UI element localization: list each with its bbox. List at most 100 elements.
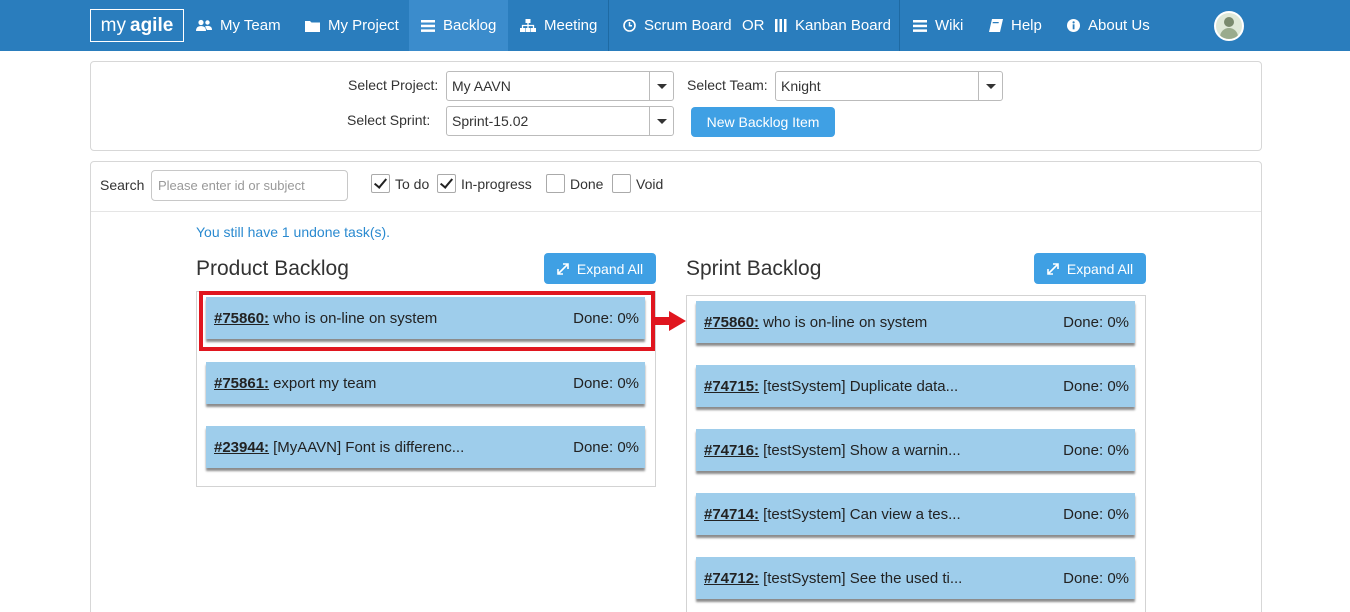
item-id-link[interactable]: #75861: <box>214 375 269 392</box>
item-done-percent: Done: 0% <box>573 438 639 456</box>
sprint-select-value: Sprint-15.02 <box>452 113 529 129</box>
nav-scrum-board[interactable]: Scrum Board <box>611 0 744 51</box>
item-id-link[interactable]: #75860: <box>704 314 759 331</box>
done-checkbox[interactable] <box>546 174 565 193</box>
item-subject: [MyAAVN] Font is differenc... <box>273 438 465 456</box>
folder-icon <box>305 20 320 32</box>
product-expand-all-button[interactable]: Expand All <box>544 253 656 284</box>
product-backlog-title: Product Backlog <box>196 257 349 280</box>
item-id-link[interactable]: #74714: <box>704 506 759 523</box>
team-select[interactable]: Knight <box>775 71 1003 101</box>
sitemap-icon <box>520 19 536 32</box>
sprint-expand-all-button[interactable]: Expand All <box>1034 253 1146 284</box>
arrow-right-icon <box>669 311 686 331</box>
select-sprint-label: Select Sprint: <box>347 112 431 128</box>
users-icon <box>196 19 212 32</box>
project-select[interactable]: My AAVN <box>446 71 674 101</box>
item-done-percent: Done: 0% <box>1063 377 1129 395</box>
nav-label: My Project <box>328 17 399 34</box>
nav-label: Backlog <box>443 17 497 34</box>
item-id-link[interactable]: #23944: <box>214 439 269 456</box>
nav-backlog[interactable]: Backlog <box>409 0 508 51</box>
project-select-value: My AAVN <box>452 78 511 94</box>
search-input[interactable] <box>151 170 348 201</box>
nav-label: Help <box>1011 17 1042 34</box>
list-icon <box>421 19 435 32</box>
product-backlog-item[interactable]: #23944: [MyAAVN] Font is differenc... Don… <box>206 426 645 468</box>
product-backlog-item[interactable]: #75861: export my team Done: 0% <box>206 362 645 404</box>
filter-panel <box>90 61 1262 151</box>
item-done-percent: Done: 0% <box>1063 441 1129 459</box>
item-done-percent: Done: 0% <box>573 374 639 392</box>
expand-all-label: Expand All <box>576 260 644 277</box>
user-avatar[interactable] <box>1214 11 1244 41</box>
undone-tasks-notice[interactable]: You still have 1 undone task(s). <box>196 224 390 240</box>
todo-checkbox-label: To do <box>395 176 430 192</box>
sprint-select[interactable]: Sprint-15.02 <box>446 106 674 136</box>
nav-label: About Us <box>1088 17 1150 34</box>
item-subject: export my team <box>273 374 377 392</box>
expand-all-label: Expand All <box>1066 260 1134 277</box>
item-done-percent: Done: 0% <box>1063 505 1129 523</box>
item-id-link[interactable]: #74716: <box>704 442 759 459</box>
clock-icon <box>623 19 636 32</box>
nav-my-project[interactable]: My Project <box>293 0 411 51</box>
nav-help[interactable]: Help <box>977 0 1054 51</box>
nav-label: Wiki <box>935 17 964 34</box>
expand-icon <box>1047 262 1059 275</box>
search-label: Search <box>100 177 145 193</box>
sprint-backlog-item[interactable]: #74715: [testSystem] Duplicate data... Do… <box>696 365 1135 407</box>
item-subject: [testSystem] See the used ti... <box>763 569 963 587</box>
nav-or-text: OR <box>742 17 765 34</box>
highlight-box <box>199 291 655 351</box>
select-project-label: Select Project: <box>348 77 439 93</box>
chevron-down-icon <box>649 72 673 100</box>
void-checkbox-label: Void <box>636 176 664 192</box>
arrow-shaft <box>655 317 670 325</box>
item-subject: [testSystem] Show a warnin... <box>763 441 961 459</box>
new-backlog-item-button[interactable]: New Backlog Item <box>691 107 835 137</box>
item-done-percent: Done: 0% <box>1063 569 1129 587</box>
item-subject: who is on-line on system <box>763 313 928 331</box>
book-icon <box>989 19 1003 32</box>
sprint-backlog-item[interactable]: #74712: [testSystem] See the used ti... D… <box>696 557 1135 599</box>
expand-icon <box>557 262 569 275</box>
nav-label: Scrum Board <box>644 17 732 34</box>
nav-divider <box>899 0 900 51</box>
nav-my-team[interactable]: My Team <box>184 0 293 51</box>
info-icon <box>1067 19 1080 32</box>
nav-label: Meeting <box>544 17 598 34</box>
app-logo[interactable]: my agile <box>90 9 184 42</box>
top-navbar: my agile My Team My Project Backlog Meeti… <box>0 0 1350 51</box>
item-done-percent: Done: 0% <box>1063 313 1129 331</box>
nav-about-us[interactable]: About Us <box>1055 0 1162 51</box>
item-id-link[interactable]: #74715: <box>704 378 759 395</box>
nav-meeting[interactable]: Meeting <box>508 0 609 51</box>
logo-text: my <box>100 14 126 36</box>
chevron-down-icon <box>978 72 1002 100</box>
void-checkbox[interactable] <box>612 174 631 193</box>
panel-divider <box>91 211 1261 212</box>
todo-checkbox[interactable] <box>371 174 390 193</box>
sprint-backlog-title: Sprint Backlog <box>686 257 822 280</box>
sprint-backlog-item[interactable]: #74714: [testSystem] Can view a tes... Do… <box>696 493 1135 535</box>
sprint-backlog-item[interactable]: #74716: [testSystem] Show a warnin... Don… <box>696 429 1135 471</box>
team-select-value: Knight <box>781 78 821 94</box>
list-icon <box>913 19 927 32</box>
select-team-label: Select Team: <box>687 77 768 93</box>
item-subject: [testSystem] Duplicate data... <box>763 377 959 395</box>
nav-divider <box>608 0 609 51</box>
logo-bold-text: agile <box>130 14 174 36</box>
item-id-link[interactable]: #74712: <box>704 570 759 587</box>
done-checkbox-label: Done <box>570 176 604 192</box>
nav-label: My Team <box>220 17 281 34</box>
in-progress-checkbox[interactable] <box>437 174 456 193</box>
nav-wiki[interactable]: Wiki <box>901 0 975 51</box>
in-progress-checkbox-label: In-progress <box>461 176 532 192</box>
sprint-backlog-item[interactable]: #75860: who is on-line on system Done: 0% <box>696 301 1135 343</box>
columns-icon <box>775 19 787 32</box>
nav-kanban-board[interactable]: Kanban Board <box>763 0 903 51</box>
chevron-down-icon <box>649 107 673 135</box>
item-subject: [testSystem] Can view a tes... <box>763 505 961 523</box>
nav-label: Kanban Board <box>795 17 891 34</box>
